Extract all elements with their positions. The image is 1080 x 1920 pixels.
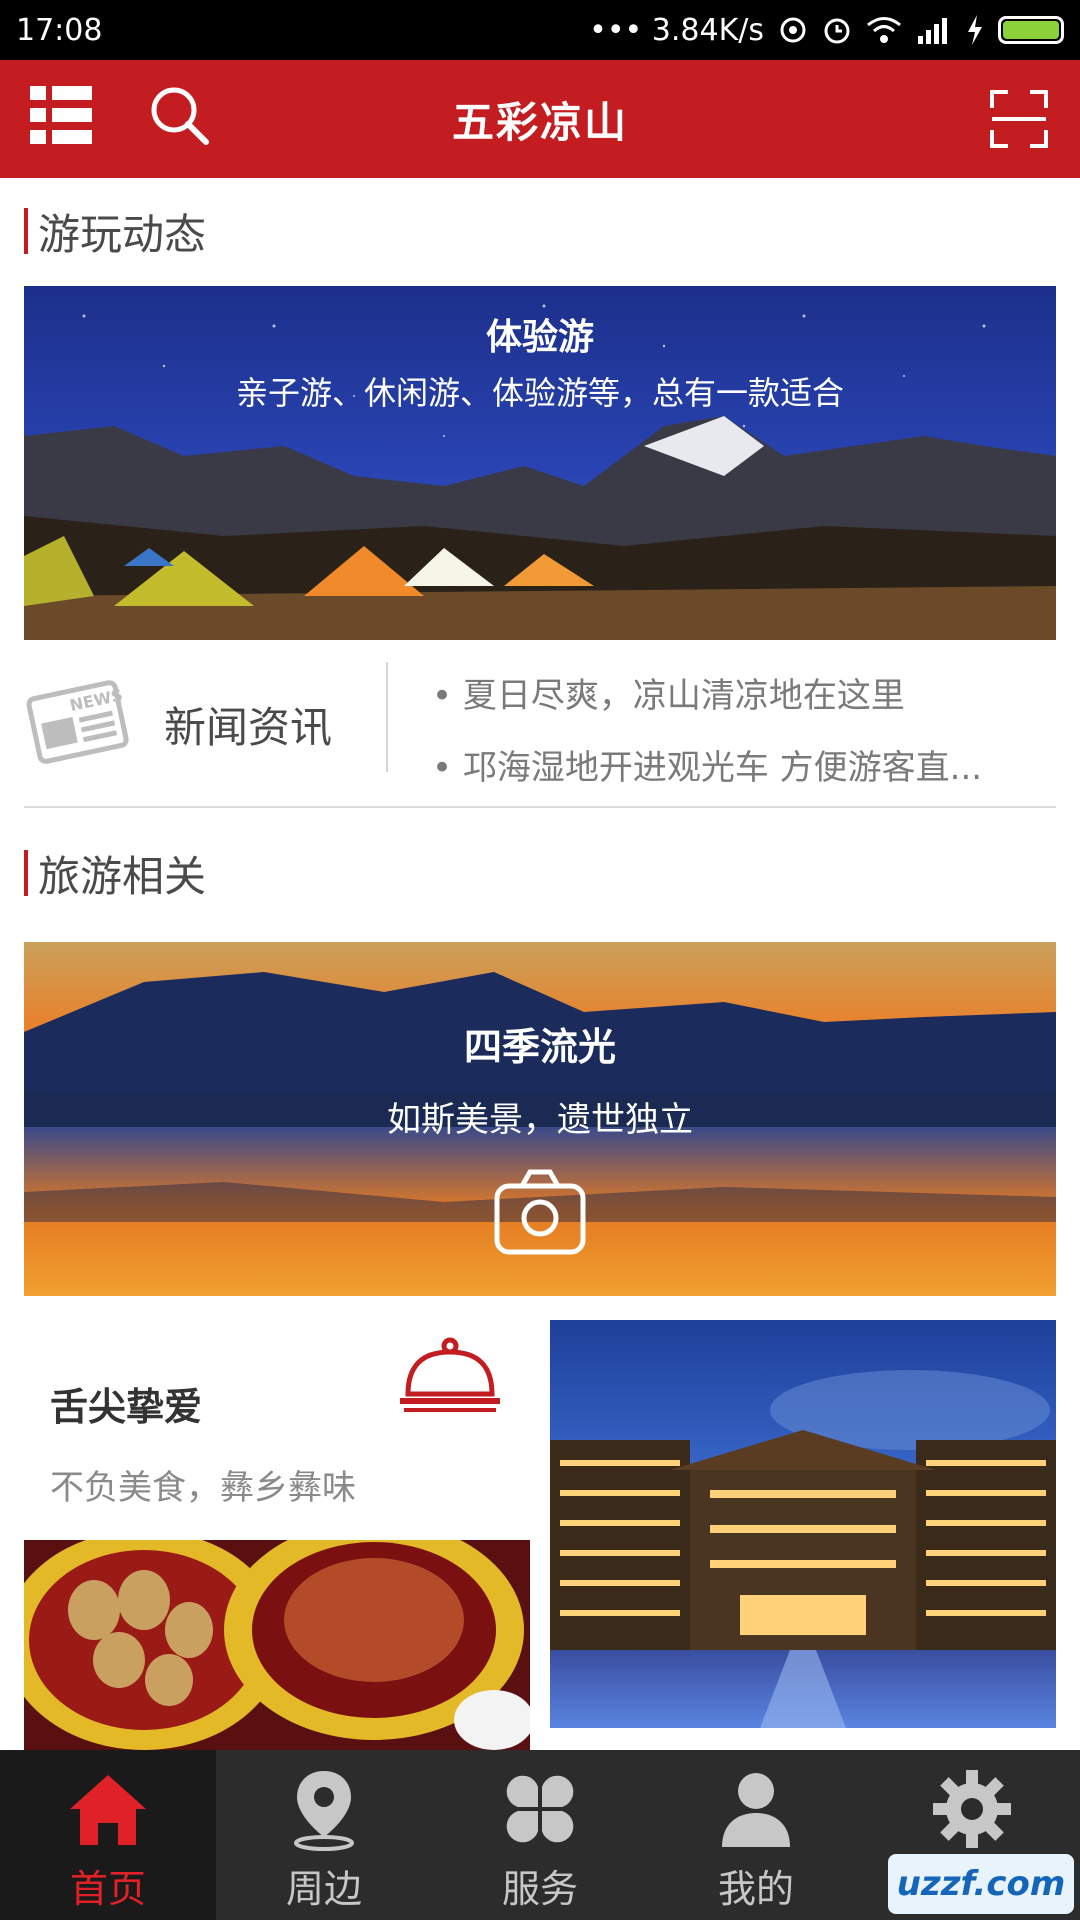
nav-label: 首页 <box>69 1867 146 1911</box>
news-item-text: 夏日尽爽，凉山清凉地在这里 <box>462 676 905 716</box>
banner-title: 体验游 <box>485 317 594 358</box>
food-title: 舌尖挚爱 <box>50 1385 203 1429</box>
nav-item-nearby[interactable]: 周边 <box>216 1750 432 1920</box>
page-title: 五彩凉山 <box>451 97 628 147</box>
yi-food-image <box>24 1540 530 1750</box>
nav-item-services[interactable]: 服务 <box>432 1750 648 1920</box>
banner-title: 四季流光 <box>463 1025 616 1069</box>
grid-petals-icon <box>500 1764 580 1854</box>
section-title-travel: 旅游相关 <box>24 846 206 901</box>
gear-icon <box>931 1764 1013 1854</box>
status-time: 17:08 <box>16 12 103 48</box>
news-item[interactable]: • 邛海湿地开进观光车 方便游客直... <box>432 740 1052 789</box>
news-divider <box>386 662 388 772</box>
bottom-nav: 首页 周边 服务 我的 uzzf.com <box>0 1750 1080 1920</box>
alarm-icon <box>822 15 852 45</box>
news-item-text: 邛海湿地开进观光车 方便游客直... <box>462 748 983 788</box>
news-item[interactable]: • 夏日尽爽，凉山清凉地在这里 <box>432 668 1052 717</box>
section-title-play: 游玩动态 <box>24 204 206 259</box>
nav-label: 周边 <box>285 1867 362 1911</box>
banner-subtitle: 亲子游、休闲游、体验游等，总有一款适合 <box>235 374 844 412</box>
food-card[interactable]: 舌尖挚爱 不负美食，彝乡彝味 <box>24 1320 530 1750</box>
scan-icon[interactable] <box>990 90 1048 152</box>
banner-subtitle: 如斯美景，遗世独立 <box>387 1100 693 1140</box>
battery-icon <box>998 16 1064 44</box>
status-bar: 17:08 ••• 3.84K/s <box>0 0 1080 60</box>
wifi-icon <box>866 16 902 44</box>
section-title-text: 游玩动态 <box>38 209 207 259</box>
location-pin-icon <box>289 1764 359 1854</box>
nav-label: 我的 <box>717 1867 794 1911</box>
hotel-image[interactable] <box>550 1320 1056 1728</box>
home-icon <box>66 1764 150 1854</box>
signal-icon <box>916 16 952 44</box>
food-subtitle: 不负美食，彝乡彝味 <box>50 1468 356 1508</box>
nav-label: 服务 <box>501 1867 578 1911</box>
nav-item-mine[interactable]: 我的 <box>648 1750 864 1920</box>
hotspot-icon <box>778 15 808 45</box>
experience-tour-banner[interactable]: 体验游 亲子游、休闲游、体验游等，总有一款适合 <box>24 286 1056 640</box>
camera-icon <box>494 1168 586 1260</box>
section-accent <box>24 208 28 254</box>
network-speed: ••• 3.84K/s <box>589 12 764 48</box>
status-icons: ••• 3.84K/s <box>589 13 1064 48</box>
seasons-banner[interactable]: 四季流光 如斯美景，遗世独立 <box>24 942 1056 1296</box>
nav-item-home[interactable]: 首页 <box>0 1750 216 1920</box>
section-title-text: 旅游相关 <box>38 851 207 901</box>
food-cloche-icon <box>398 1336 502 1420</box>
user-icon <box>716 1764 796 1854</box>
news-label: 新闻资讯 <box>164 703 333 752</box>
news-block: NEWS 新闻资讯 • 夏日尽爽，凉山清凉地在这里 • 邛海湿地开进观光车 方便… <box>24 650 1056 808</box>
watermark-logo: uzzf.com <box>888 1854 1074 1914</box>
section-accent <box>24 850 28 896</box>
charging-icon <box>966 15 984 45</box>
newspaper-icon: NEWS <box>24 676 132 776</box>
app-header: 五彩凉山 <box>0 60 1080 178</box>
